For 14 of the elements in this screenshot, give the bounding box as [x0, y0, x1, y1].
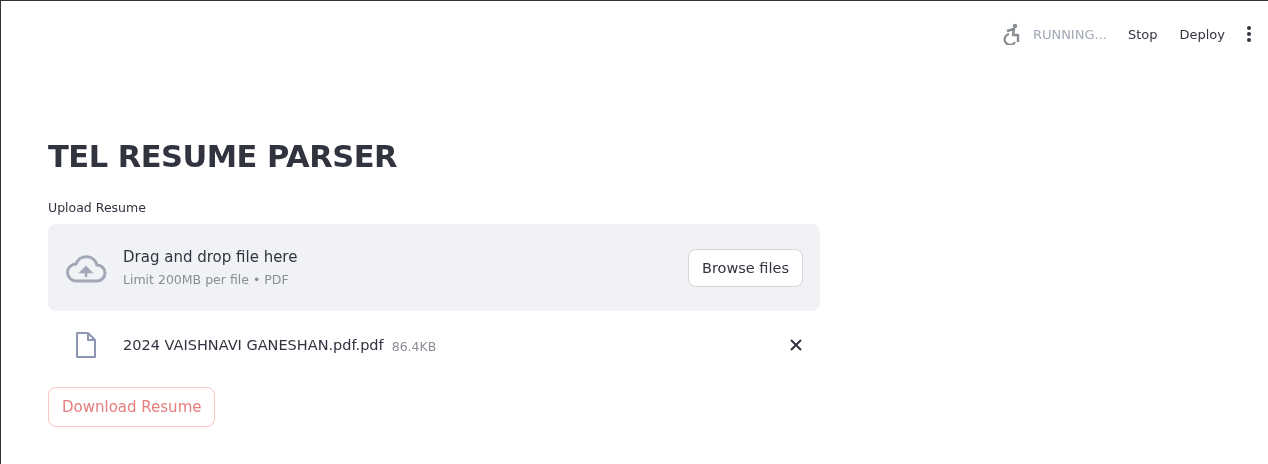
header-button[interactable]: Stop: [1116, 20, 1169, 48]
file-size: 86.4KB: [391, 338, 438, 354]
drop-instructions: Drag and drop file here: [123, 248, 299, 266]
close-icon: [789, 338, 803, 352]
file-name: 2024 VAISHNAVI GANESHAN.pdf.pdf: [123, 337, 384, 353]
field-label: Upload Resume: [48, 200, 147, 215]
upload-limits: Limit 200MB per file • PDF: [123, 272, 290, 287]
header-button[interactable]: Deploy: [1168, 20, 1236, 48]
browse-button[interactable]: Browse files: [687, 248, 803, 287]
status-text: RUNNING...: [1032, 26, 1107, 42]
page-title: TEL RESUME PARSER: [48, 139, 398, 174]
drop-zone[interactable]: Drag and drop file here Limit 200MB per file • PDF Browse files: [48, 224, 820, 311]
file-icon: [75, 332, 97, 358]
menu-icon: [1246, 25, 1252, 43]
